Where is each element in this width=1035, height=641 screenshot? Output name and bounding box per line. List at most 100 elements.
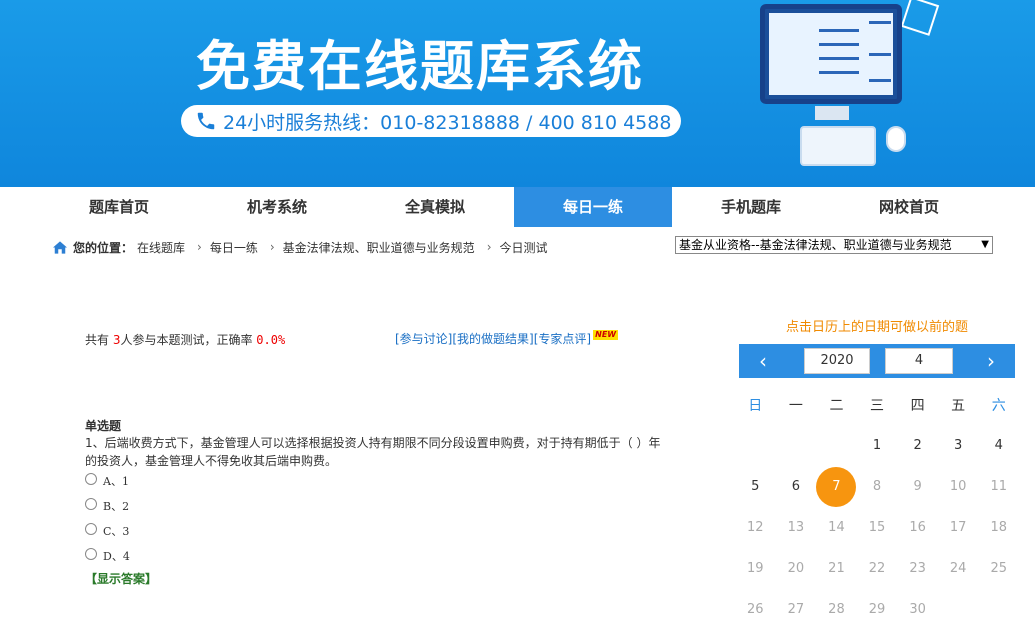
- breadcrumb: 您的位置： 在线题库 › 每日一练 › 基金法律法规、职业道德与业务规范 › 今…: [53, 238, 548, 256]
- nav-item-exam-system[interactable]: 机考系统: [198, 187, 356, 227]
- mouse-illustration: [886, 126, 906, 152]
- calendar-day[interactable]: 30: [897, 589, 938, 630]
- calendar-day[interactable]: 5: [735, 466, 776, 507]
- calendar-day[interactable]: 11: [978, 466, 1019, 507]
- stats-middle: 人参与本题测试，正确率: [120, 333, 257, 347]
- chevron-right-icon: ›: [269, 240, 275, 254]
- next-month-button[interactable]: ›: [971, 344, 1011, 378]
- calendar-day[interactable]: 24: [938, 548, 979, 589]
- calendar-day[interactable]: 23: [897, 548, 938, 589]
- calendar-today[interactable]: 7: [816, 466, 857, 507]
- subject-select-value: 基金从业资格--基金法律法规、职业道德与业务规范: [679, 238, 952, 252]
- nav-item-mobile[interactable]: 手机题库: [672, 187, 830, 227]
- calendar-grid: 日 一 二 三 四 五 六 1 2 3 4 5 6 7 8 9 10 11 12 13 14 15 16 17 1…: [735, 384, 1019, 630]
- nav-item-school-home[interactable]: 网校首页: [830, 187, 988, 227]
- radio-button[interactable]: [85, 523, 97, 535]
- calendar-day[interactable]: 19: [735, 548, 776, 589]
- calendar-tip: 点击日历上的日期可做以前的题: [785, 320, 968, 335]
- calendar-day[interactable]: 21: [816, 548, 857, 589]
- new-badge: NEW: [593, 330, 619, 340]
- option-d[interactable]: D、4: [85, 548, 130, 564]
- calendar-day[interactable]: 22: [857, 548, 898, 589]
- accuracy-rate: 0.0%: [256, 333, 286, 347]
- option-a[interactable]: A、1: [85, 473, 129, 489]
- weekday-label: 六: [991, 397, 1006, 414]
- main-nav: 题库首页 机考系统 全真模拟 每日一练 手机题库 网校首页: [40, 187, 1030, 227]
- home-icon: [53, 240, 67, 254]
- phone-icon: [197, 112, 215, 130]
- calendar-day[interactable]: 28: [816, 589, 857, 630]
- calendar-day[interactable]: 1: [857, 425, 898, 466]
- calendar-empty-cell: [776, 425, 817, 466]
- calendar-week-row: 1234: [735, 425, 1019, 466]
- chevron-right-icon: ›: [486, 240, 492, 254]
- option-label: A、1: [103, 475, 129, 488]
- calendar-day[interactable]: 3: [938, 425, 979, 466]
- calendar-day[interactable]: 17: [938, 507, 979, 548]
- calendar-day[interactable]: 14: [816, 507, 857, 548]
- keyboard-illustration: [800, 126, 876, 166]
- weekday-label: 四: [910, 397, 925, 414]
- breadcrumb-link-bank[interactable]: 在线题库: [137, 239, 185, 256]
- radio-button[interactable]: [85, 473, 97, 485]
- test-stats: 共有 3人参与本题测试，正确率 0.0%: [85, 331, 285, 348]
- calendar-day[interactable]: 15: [857, 507, 898, 548]
- subject-select[interactable]: 基金从业资格--基金法律法规、职业道德与业务规范 ▼: [675, 236, 993, 254]
- calendar-day[interactable]: 20: [776, 548, 817, 589]
- my-results-link[interactable]: [我的做题结果]: [452, 332, 533, 346]
- breadcrumb-label: 您的位置：: [73, 240, 134, 255]
- weekday-label: 日: [748, 397, 763, 414]
- calendar-day[interactable]: 16: [897, 507, 938, 548]
- stats-prefix: 共有: [85, 333, 113, 347]
- radio-button[interactable]: [85, 498, 97, 510]
- calendar-day[interactable]: 27: [776, 589, 817, 630]
- hotline-text: 24小时服务热线：010-82318888 / 400 810 4588: [223, 111, 672, 134]
- monitor-stand: [815, 106, 849, 120]
- expert-review-link[interactable]: [专家点评]: [534, 332, 591, 346]
- header-banner: 免费在线题库系统 24小时服务热线：010-82318888 / 400 810…: [0, 0, 1035, 187]
- calendar-empty-cell: [816, 425, 857, 466]
- calendar-empty-cell: [938, 589, 979, 630]
- calendar-day[interactable]: 10: [938, 466, 979, 507]
- nav-item-daily-practice[interactable]: 每日一练: [514, 187, 672, 227]
- question-text: 1、后端收费方式下，基金管理人可以选择根据投资人持有期限不同分段设置申购费，对于…: [85, 436, 661, 468]
- calendar-day[interactable]: 29: [857, 589, 898, 630]
- discuss-link[interactable]: [参与讨论]: [395, 332, 452, 346]
- hotline-pill: 24小时服务热线：010-82318888 / 400 810 4588: [181, 105, 681, 137]
- question-type: 单选题: [85, 419, 122, 433]
- year-input[interactable]: 2020: [804, 348, 870, 374]
- calendar-day[interactable]: 13: [776, 507, 817, 548]
- calendar-day[interactable]: 4: [978, 425, 1019, 466]
- calendar-empty-cell: [978, 589, 1019, 630]
- calendar-day[interactable]: 18: [978, 507, 1019, 548]
- weekday-label: 一: [788, 397, 803, 414]
- calendar-day[interactable]: 12: [735, 507, 776, 548]
- calendar-day[interactable]: 7: [816, 466, 857, 507]
- calendar-day[interactable]: 26: [735, 589, 776, 630]
- calendar-day[interactable]: 2: [897, 425, 938, 466]
- option-b[interactable]: B、2: [85, 498, 129, 514]
- calendar-header: ‹ 2020 4 ›: [739, 344, 1015, 378]
- calendar-day[interactable]: 8: [857, 466, 898, 507]
- option-label: B、2: [103, 500, 130, 513]
- radio-button[interactable]: [85, 548, 97, 560]
- calendar-day[interactable]: 6: [776, 466, 817, 507]
- weekday-label: 三: [870, 397, 885, 414]
- month-input[interactable]: 4: [885, 348, 953, 374]
- calendar-day[interactable]: 25: [978, 548, 1019, 589]
- chevron-right-icon: ›: [197, 240, 202, 254]
- prev-month-button[interactable]: ‹: [743, 344, 783, 378]
- option-c[interactable]: C、3: [85, 523, 129, 539]
- nav-item-home[interactable]: 题库首页: [40, 187, 198, 227]
- weekday-label: 五: [951, 397, 966, 414]
- calendar-week-row: 5 6 7 8 9 10 11: [735, 466, 1019, 507]
- calendar-empty-cell: [735, 425, 776, 466]
- breadcrumb-link-daily[interactable]: 每日一练: [210, 239, 258, 256]
- show-answer-link[interactable]: 【显示答案】: [85, 570, 157, 587]
- calendar-day[interactable]: 9: [897, 466, 938, 507]
- breadcrumb-current: 今日测试: [499, 240, 548, 255]
- breadcrumb-link-subject[interactable]: 基金法律法规、职业道德与业务规范: [283, 239, 475, 256]
- option-label: D、4: [103, 550, 130, 563]
- nav-item-mock[interactable]: 全真模拟: [356, 187, 514, 227]
- calendar-week-row: 12 13 14 15 16 17 18: [735, 507, 1019, 548]
